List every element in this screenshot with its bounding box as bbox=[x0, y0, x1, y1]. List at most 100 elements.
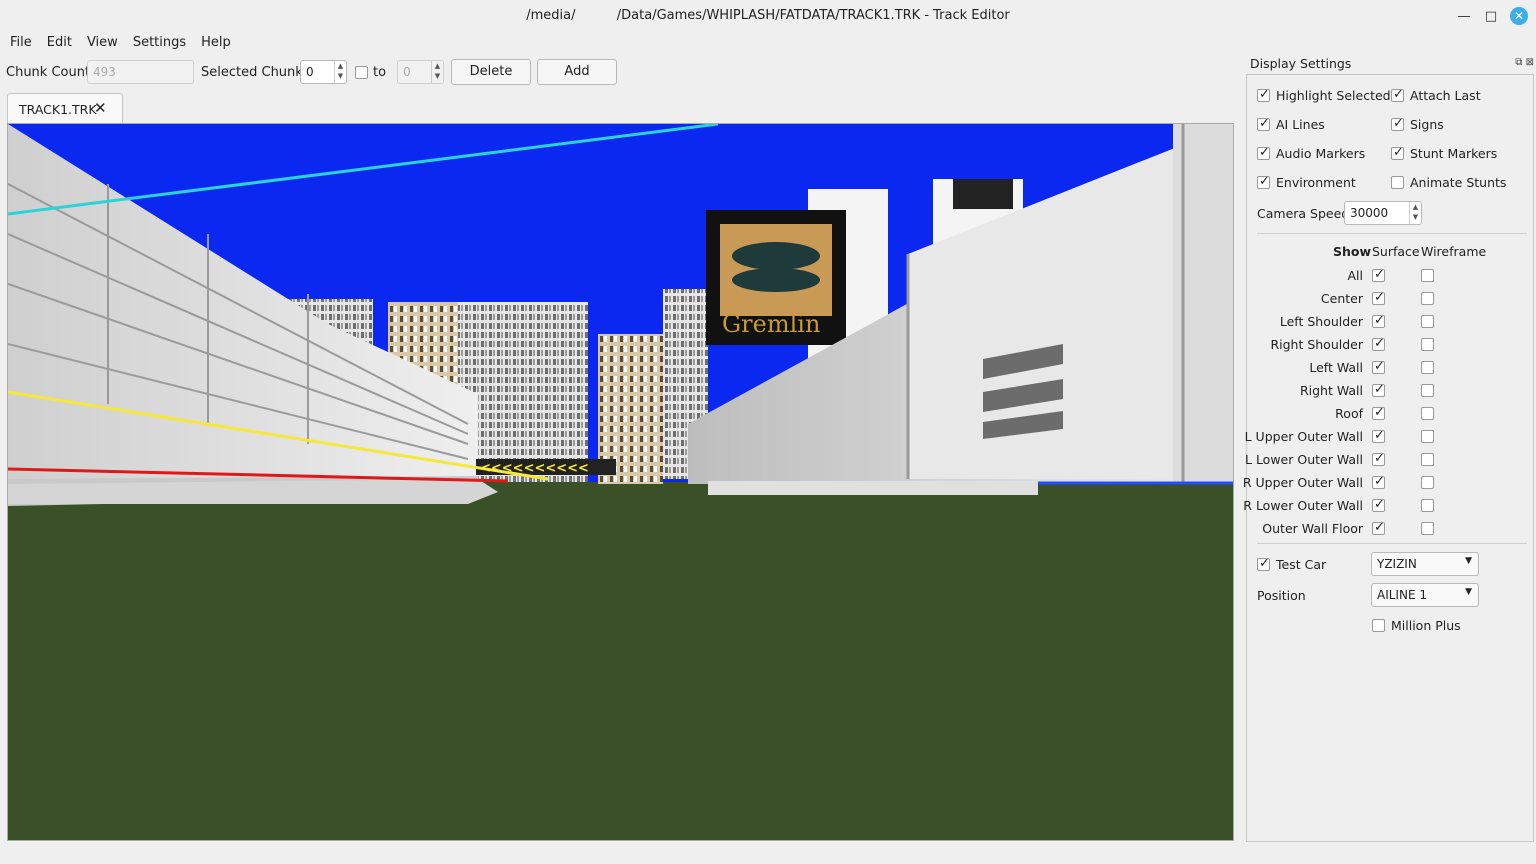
track-3d-viewport[interactable]: Gremlin <<<<<<<<<< bbox=[7, 123, 1234, 841]
track-scene: Gremlin <<<<<<<<<< bbox=[8, 124, 1233, 840]
checkbox[interactable] bbox=[1391, 87, 1404, 102]
checkbox[interactable] bbox=[1257, 145, 1270, 160]
wireframe-checkbox[interactable] bbox=[1421, 407, 1434, 420]
toggle-label: Stunt Markers bbox=[1410, 146, 1498, 161]
chunk-toolbar: Chunk Count 493 Selected Chunks 0 ▲ ▼ to … bbox=[0, 58, 1240, 88]
surface-row-label: Left Shoulder bbox=[1279, 314, 1363, 329]
checkbox[interactable] bbox=[1391, 116, 1404, 131]
range-checkbox[interactable] bbox=[355, 66, 368, 79]
surface-checkbox[interactable] bbox=[1372, 520, 1385, 535]
toggle-animate-stunts[interactable]: Animate Stunts bbox=[1391, 175, 1506, 190]
checkbox[interactable] bbox=[1257, 116, 1270, 131]
chevron-down-icon: ▼ bbox=[1465, 587, 1472, 597]
toggle-million-plus[interactable]: Million Plus bbox=[1372, 618, 1461, 633]
surface-row-label: Right Wall bbox=[1299, 383, 1363, 398]
camera-speed-spinbox[interactable]: 30000 ▲ ▼ bbox=[1344, 201, 1422, 225]
maximize-icon[interactable]: □ bbox=[1482, 7, 1500, 25]
wireframe-checkbox[interactable] bbox=[1421, 269, 1434, 282]
wireframe-checkbox[interactable] bbox=[1421, 292, 1434, 305]
selected-chunks-label: Selected Chunks bbox=[201, 65, 310, 80]
wireframe-checkbox[interactable] bbox=[1421, 384, 1434, 397]
wireframe-checkbox[interactable] bbox=[1421, 453, 1434, 466]
menu-edit[interactable]: Edit bbox=[42, 32, 77, 54]
surface-checkbox[interactable] bbox=[1372, 336, 1385, 351]
surface-row-label: R Upper Outer Wall bbox=[1242, 475, 1363, 490]
camera-speed-label: Camera Speed bbox=[1257, 206, 1350, 221]
test-car-select[interactable]: YZIZIN ▼ bbox=[1371, 552, 1479, 576]
selected-to-value: 0 bbox=[403, 65, 411, 79]
surface-checkbox[interactable] bbox=[1372, 382, 1385, 397]
toggle-highlight-selected[interactable]: Highlight Selected bbox=[1257, 87, 1391, 103]
wireframe-checkbox[interactable] bbox=[1421, 499, 1434, 512]
chevron-sign: <<<<<<<<<< bbox=[476, 459, 616, 476]
wireframe-checkbox[interactable] bbox=[1421, 430, 1434, 443]
wireframe-checkbox[interactable] bbox=[1421, 476, 1434, 489]
test-car-value: YZIZIN bbox=[1377, 557, 1417, 571]
toggle-label: Attach Last bbox=[1410, 88, 1481, 103]
surface-checkbox[interactable] bbox=[1372, 428, 1385, 443]
wireframe-checkbox[interactable] bbox=[1421, 361, 1434, 374]
minimize-icon[interactable]: — bbox=[1455, 7, 1473, 25]
close-panel-icon[interactable]: ⊠ bbox=[1526, 57, 1534, 68]
menu-file[interactable]: File bbox=[5, 32, 37, 54]
toggle-signs[interactable]: Signs bbox=[1391, 116, 1444, 132]
checkbox[interactable] bbox=[1257, 556, 1270, 571]
delete-button[interactable]: Delete bbox=[451, 59, 531, 85]
surface-row-label: All bbox=[1347, 268, 1364, 283]
wireframe-checkbox[interactable] bbox=[1421, 315, 1434, 328]
toggle-label: AI Lines bbox=[1276, 117, 1325, 132]
toggle-stunt-markers[interactable]: Stunt Markers bbox=[1391, 145, 1498, 161]
surface-checkbox[interactable] bbox=[1372, 267, 1385, 282]
million-plus-label: Million Plus bbox=[1391, 618, 1461, 633]
display-settings-panel: Display Settings ⧉ ⊠ Highlight Selected … bbox=[1242, 54, 1536, 844]
toggle-audio-markers[interactable]: Audio Markers bbox=[1257, 145, 1365, 161]
add-button[interactable]: Add bbox=[537, 59, 617, 85]
camera-speed-row: Camera Speed bbox=[1257, 206, 1349, 221]
panel-body: Highlight Selected Attach Last AI Lines … bbox=[1242, 74, 1534, 842]
toggle-attach-last[interactable]: Attach Last bbox=[1391, 87, 1481, 103]
checkbox[interactable] bbox=[1372, 619, 1385, 632]
tab-label: TRACK1.TRK bbox=[19, 102, 97, 117]
surface-checkbox[interactable] bbox=[1372, 359, 1385, 374]
chunk-count-label: Chunk Count bbox=[6, 65, 91, 80]
menu-settings[interactable]: Settings bbox=[128, 32, 191, 54]
chunk-count-field: 493 bbox=[87, 60, 194, 84]
checkbox[interactable] bbox=[1257, 87, 1270, 102]
col-surface: Surface bbox=[1372, 244, 1420, 259]
toggle-label: Animate Stunts bbox=[1410, 175, 1507, 190]
toggle-environment[interactable]: Environment bbox=[1257, 174, 1356, 190]
surface-row-label: L Lower Outer Wall bbox=[1245, 452, 1363, 467]
menu-bar: File Edit View Settings Help bbox=[0, 32, 236, 54]
spin-arrows-icon[interactable]: ▲ ▼ bbox=[1409, 202, 1421, 224]
toggle-test-car[interactable]: Test Car bbox=[1257, 556, 1326, 572]
position-label: Position bbox=[1257, 588, 1306, 603]
title-bar: /media/ /Data/Games/WHIPLASH/FATDATA/TRA… bbox=[0, 0, 1536, 32]
wireframe-checkbox[interactable] bbox=[1421, 338, 1434, 351]
wireframe-checkbox[interactable] bbox=[1421, 522, 1434, 535]
close-tab-icon[interactable]: ✕ bbox=[94, 99, 107, 117]
selected-to-spinbox: 0 ▲ ▼ bbox=[397, 60, 444, 84]
float-panel-icon[interactable]: ⧉ bbox=[1515, 57, 1522, 68]
svg-text:<<<<<<<<<<: <<<<<<<<<< bbox=[480, 461, 589, 476]
surface-checkbox[interactable] bbox=[1372, 497, 1385, 512]
surface-row-label: R Lower Outer Wall bbox=[1243, 498, 1363, 513]
checkbox[interactable] bbox=[1257, 174, 1270, 189]
camera-speed-value: 30000 bbox=[1350, 206, 1389, 220]
checkbox[interactable] bbox=[1391, 176, 1404, 189]
chevron-down-icon: ▼ bbox=[1465, 556, 1472, 566]
surface-checkbox[interactable] bbox=[1372, 405, 1385, 420]
tab-track1[interactable]: TRACK1.TRK ✕ bbox=[7, 93, 123, 124]
selected-from-spinbox[interactable]: 0 ▲ ▼ bbox=[300, 60, 347, 84]
checkbox[interactable] bbox=[1391, 145, 1404, 160]
position-select[interactable]: AILINE 1 ▼ bbox=[1371, 583, 1479, 607]
menu-help[interactable]: Help bbox=[196, 32, 236, 54]
close-window-icon[interactable]: ✕ bbox=[1510, 7, 1528, 25]
surface-checkbox[interactable] bbox=[1372, 313, 1385, 328]
panel-title: Display Settings bbox=[1250, 56, 1352, 71]
surface-checkbox[interactable] bbox=[1372, 451, 1385, 466]
menu-view[interactable]: View bbox=[82, 32, 123, 54]
toggle-ai-lines[interactable]: AI Lines bbox=[1257, 116, 1325, 132]
spin-arrows-icon[interactable]: ▲ ▼ bbox=[334, 61, 346, 83]
surface-checkbox[interactable] bbox=[1372, 290, 1385, 305]
surface-checkbox[interactable] bbox=[1372, 474, 1385, 489]
